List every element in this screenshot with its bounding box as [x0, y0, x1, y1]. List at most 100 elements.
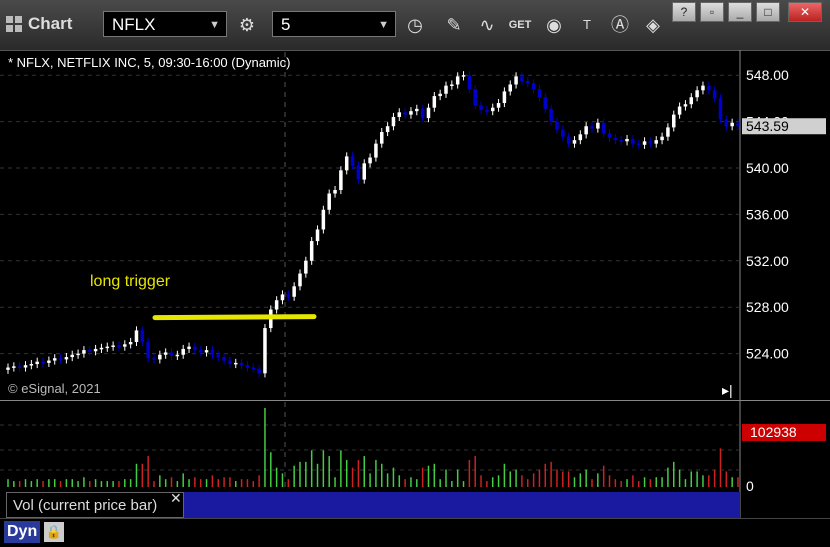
candle-body	[514, 76, 518, 85]
candle-body	[596, 122, 600, 129]
y-tick-label: 536.00	[746, 206, 789, 222]
candle-body	[47, 360, 51, 363]
candle-body	[105, 346, 110, 349]
candle-body	[29, 364, 34, 366]
candle-body	[537, 89, 542, 98]
volume-axis-zero: 0	[746, 478, 754, 494]
candle-body	[426, 107, 431, 119]
candle-body	[438, 93, 442, 97]
candle-body	[520, 76, 524, 81]
candle-body	[502, 91, 507, 104]
y-tick-label: 524.00	[746, 346, 789, 362]
volume-panel-label: Vol (current price bar)	[6, 492, 184, 518]
candle-body	[245, 365, 250, 368]
candle-body	[158, 354, 162, 360]
candle-body	[561, 129, 565, 137]
candle-body	[198, 350, 203, 353]
candle-body	[327, 193, 331, 210]
candle-body	[490, 107, 495, 112]
candle-body	[432, 96, 437, 108]
current-volume-label: 102938	[750, 424, 797, 440]
candle-body	[228, 360, 232, 365]
candle-body	[409, 111, 413, 115]
lock-icon[interactable]: 🔒	[44, 522, 64, 542]
candle-body	[257, 368, 261, 374]
time-axis-bar	[0, 518, 830, 547]
candle-body	[123, 344, 127, 347]
candle-body	[543, 97, 548, 109]
copyright: © eSignal, 2021	[8, 381, 101, 396]
candle-body	[455, 76, 460, 85]
candle-body	[648, 141, 653, 144]
candle-body	[374, 143, 378, 158]
candle-body	[356, 165, 361, 180]
candle-body	[450, 84, 454, 86]
candle-body	[613, 137, 618, 141]
candle-body	[654, 140, 658, 144]
close-icon[interactable]: ✕	[170, 490, 182, 507]
candle-body	[239, 362, 244, 366]
candle-body	[619, 140, 623, 142]
candle-body	[666, 127, 670, 137]
candle-body	[146, 342, 150, 359]
candle-body	[6, 367, 10, 370]
candle-body	[76, 353, 80, 356]
candle-body	[444, 85, 448, 94]
candle-body	[210, 350, 215, 355]
candle-body	[566, 136, 571, 144]
candle-body	[344, 156, 349, 171]
candle-body	[88, 350, 92, 352]
volume-scroll-bar[interactable]	[184, 492, 740, 518]
candle-body	[251, 367, 256, 370]
candle-body	[391, 116, 396, 127]
candle-body	[712, 90, 717, 99]
candle-body	[397, 112, 402, 117]
end-marker: ▸|	[722, 382, 733, 398]
candle-body	[677, 106, 682, 115]
candle-body	[82, 350, 86, 354]
candle-body	[420, 108, 425, 119]
candle-body	[339, 170, 343, 191]
trigger-line	[152, 314, 317, 321]
candle-body	[496, 103, 501, 108]
y-tick-label: 532.00	[746, 253, 789, 269]
candle-body	[508, 84, 512, 92]
y-tick-label: 548.00	[746, 67, 789, 83]
candle-body	[689, 97, 694, 105]
candle-body	[134, 330, 139, 342]
candle-body	[549, 108, 553, 122]
candle-body	[17, 366, 22, 368]
candle-body	[333, 190, 337, 194]
candle-body	[415, 108, 419, 112]
candle-body	[292, 286, 296, 297]
candle-body	[683, 104, 688, 107]
candle-body	[117, 345, 121, 347]
candle-body	[479, 105, 483, 110]
chart-title: * NFLX, NETFLIX INC, 5, 09:30-16:00 (Dyn…	[8, 55, 291, 70]
candle-body	[485, 110, 489, 112]
candle-body	[531, 83, 536, 90]
candle-body	[204, 350, 209, 353]
candle-body	[555, 121, 559, 130]
candle-body	[216, 354, 220, 358]
candle-body	[695, 90, 699, 98]
candle-body	[660, 136, 664, 141]
candle-body	[169, 352, 174, 356]
candle-body	[636, 143, 641, 146]
candle-body	[578, 134, 583, 141]
candle-body	[672, 114, 676, 128]
candle-body	[718, 98, 723, 120]
candle-body	[93, 348, 98, 352]
candle-body	[41, 361, 45, 364]
mode-button[interactable]: Dyn	[4, 521, 41, 543]
candle-body	[736, 122, 740, 127]
candle-body	[304, 260, 308, 274]
candle-body	[274, 300, 279, 310]
candle-body	[584, 126, 588, 135]
candle-body	[473, 89, 477, 106]
candle-body	[701, 85, 705, 91]
candle-body	[280, 294, 285, 301]
candle-body	[128, 342, 133, 345]
candle-body	[724, 119, 729, 127]
candle-body	[526, 81, 530, 84]
